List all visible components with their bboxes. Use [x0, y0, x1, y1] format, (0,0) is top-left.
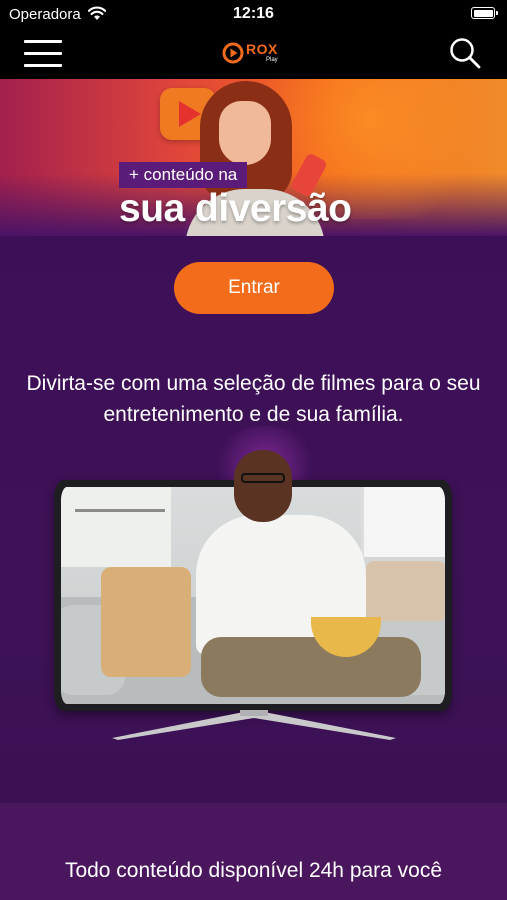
rox-play-logo[interactable]: ROX Play — [222, 39, 286, 67]
nav-bar: ROX Play — [0, 28, 507, 79]
status-bar: Operadora 12:16 — [0, 0, 507, 28]
search-icon[interactable] — [448, 36, 482, 70]
hero-title: sua diversão — [119, 187, 352, 230]
clock: 12:16 — [233, 5, 274, 22]
enter-button[interactable]: Entrar — [174, 262, 334, 314]
tv-stand — [112, 710, 396, 740]
glasses — [241, 473, 285, 483]
menu-icon[interactable] — [24, 40, 62, 67]
hero-tag: + conteúdo na — [119, 162, 248, 188]
bottom-text: Todo conteúdo disponível 24h para você — [64, 859, 443, 882]
logo-text: ROX — [246, 41, 278, 57]
logo-subtext: Play — [266, 57, 278, 63]
main-section: Entrar Divirta-se com uma seleção de fil… — [0, 236, 507, 803]
hero-banner: + conteúdo na sua diversão — [0, 79, 507, 236]
man-head — [234, 450, 292, 522]
description-text: Divirta-se com uma seleção de filmes par… — [26, 372, 481, 426]
bottom-section: Todo conteúdo disponível 24h para você — [0, 803, 507, 900]
battery-icon — [471, 7, 498, 19]
logo-play-icon — [222, 42, 244, 64]
